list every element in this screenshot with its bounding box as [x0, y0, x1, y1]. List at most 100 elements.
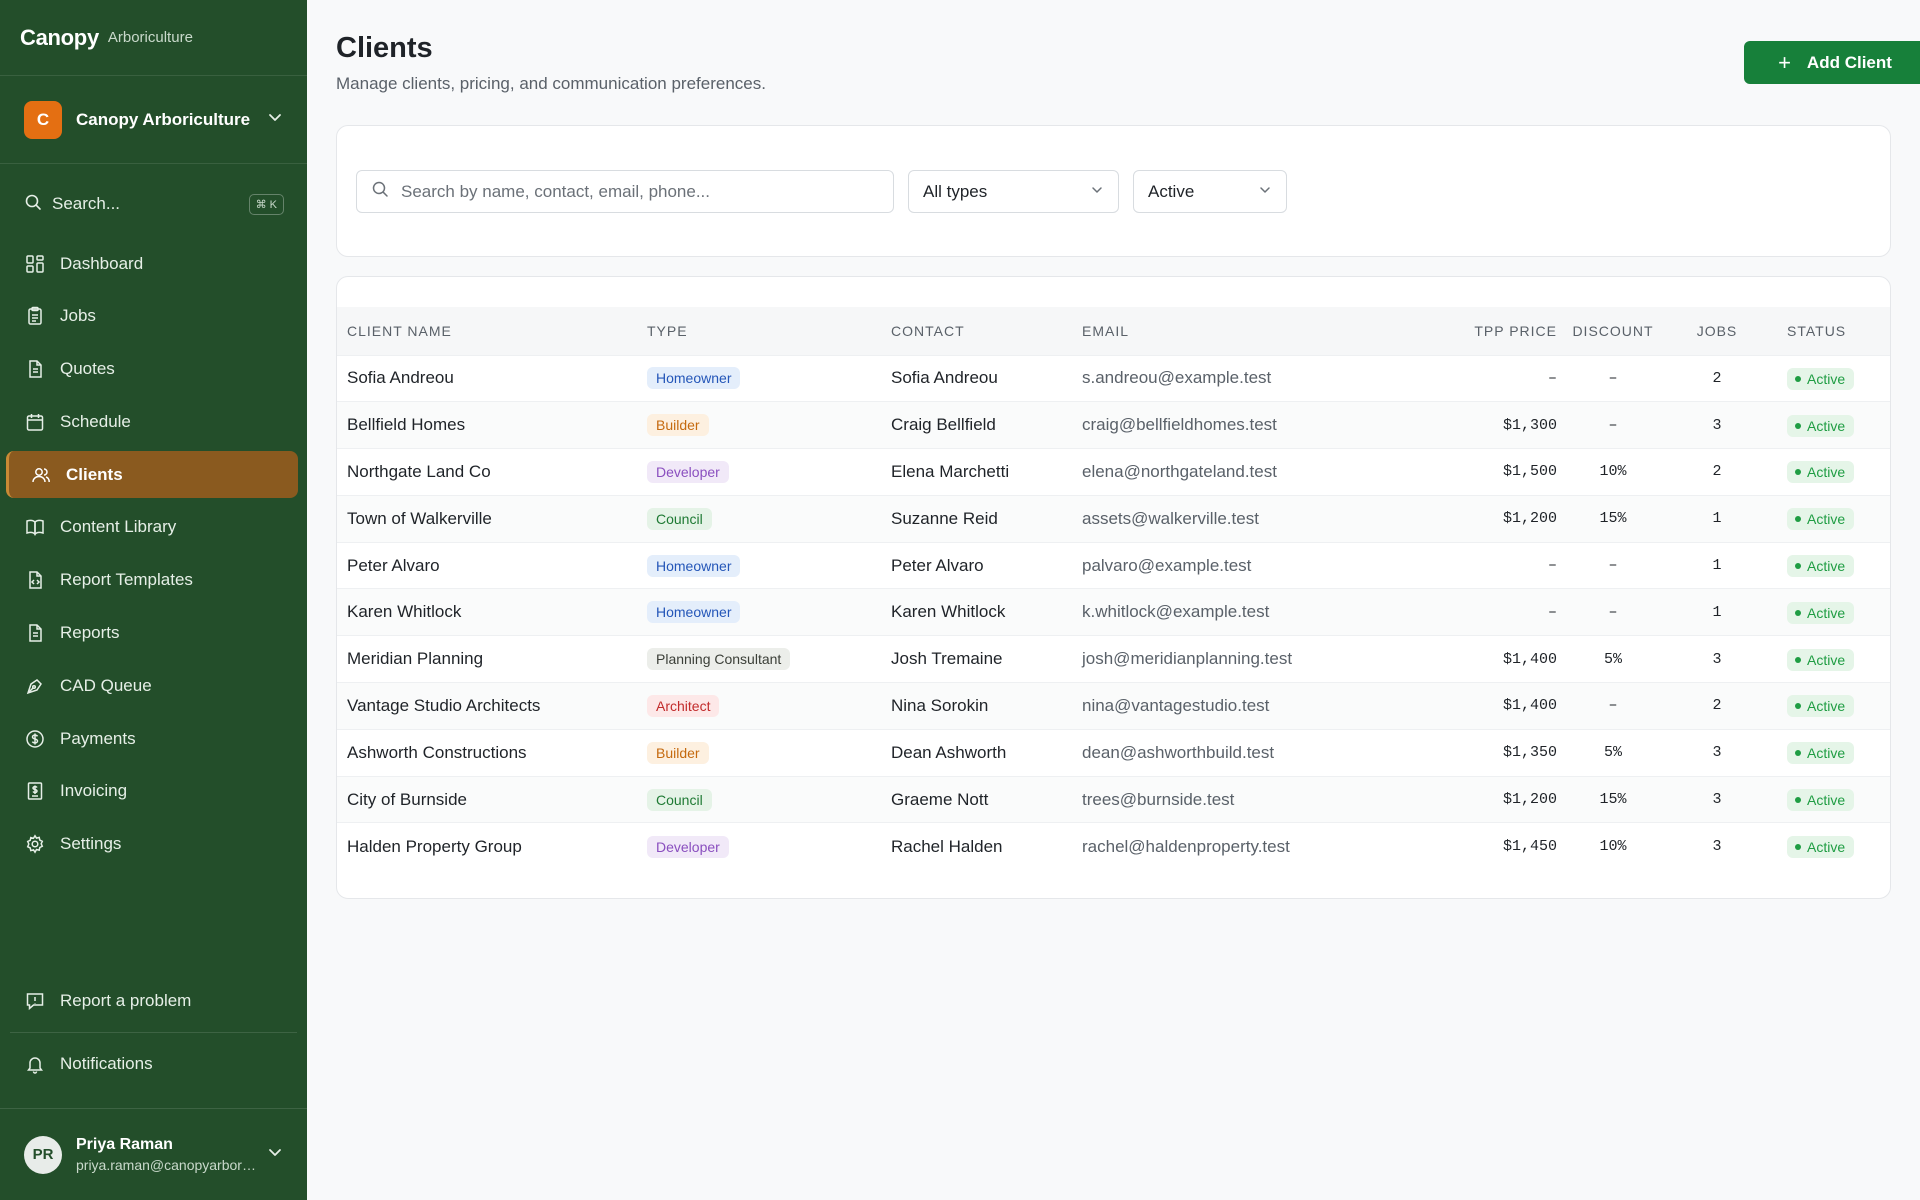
table-row[interactable]: Ashworth Constructions Builder Dean Ashw…: [337, 729, 1890, 776]
client-search[interactable]: [356, 170, 894, 213]
sidebar-item-payments[interactable]: Payments: [6, 715, 298, 762]
status-label: Active: [1807, 651, 1846, 668]
clipboard-icon: [24, 305, 46, 327]
sidebar-item-content-library[interactable]: Content Library: [6, 504, 298, 551]
report-icon: [24, 622, 46, 644]
column-header-discount[interactable]: DISCOUNT: [1557, 307, 1669, 355]
contact-cell: Graeme Nott: [891, 789, 989, 809]
status-label: Active: [1807, 511, 1846, 528]
brand[interactable]: Canopy Arboriculture: [0, 0, 307, 76]
table-row[interactable]: Town of Walkerville Council Suzanne Reid…: [337, 495, 1890, 543]
notifications-link[interactable]: Notifications: [0, 1038, 307, 1090]
type-badge: Builder: [647, 741, 709, 764]
shortcut-hint: ⌘ K: [248, 193, 284, 215]
contact-cell: Elena Marchetti: [891, 461, 1010, 481]
page-subtitle: Manage clients, pricing, and communicati…: [336, 74, 766, 93]
type-badge: Council: [647, 788, 712, 811]
clients-table: CLIENT NAME TYPE CONTACT EMAIL TPP PRICE…: [337, 307, 1890, 870]
table-row[interactable]: Meridian Planning Planning Consultant Jo…: [337, 635, 1890, 683]
sidebar-item-dashboard[interactable]: Dashboard: [6, 240, 298, 287]
user-menu[interactable]: PR Priya Raman priya.raman@canopyarboric…: [0, 1108, 307, 1200]
table-row[interactable]: Bellfield Homes Builder Craig Bellfield …: [337, 401, 1890, 449]
sidebar-item-schedule[interactable]: Schedule: [6, 398, 298, 445]
jobs-cell: 2: [1712, 369, 1722, 387]
client-name-cell: Karen Whitlock: [347, 602, 462, 622]
status-label: Active: [1807, 417, 1846, 434]
table-row[interactable]: Vantage Studio Architects Architect Nina…: [337, 682, 1890, 730]
type-badge: Homeowner: [647, 601, 741, 624]
sidebar-search[interactable]: Search... ⌘ K: [24, 186, 284, 222]
type-badge: Builder: [647, 414, 709, 437]
sidebar-item-settings[interactable]: Settings: [6, 821, 298, 868]
tpp-price-cell: $1,350: [1502, 744, 1557, 762]
status-label: Active: [1807, 604, 1846, 621]
status-label: Active: [1807, 745, 1846, 762]
document-icon: [24, 358, 46, 380]
sidebar-item-reports[interactable]: Reports: [6, 610, 298, 657]
sidebar-item-invoicing[interactable]: Invoicing: [6, 768, 298, 815]
table-row[interactable]: Northgate Land Co Developer Elena Marche…: [337, 448, 1890, 496]
table-row[interactable]: Sofia Andreou Homeowner Sofia Andreou s.…: [337, 355, 1890, 402]
email-cell: palvaro@example.test: [1082, 555, 1252, 575]
search-input[interactable]: [401, 181, 871, 202]
status-badge: Active: [1787, 836, 1855, 859]
sidebar-item-quotes[interactable]: Quotes: [6, 346, 298, 393]
org-switcher[interactable]: C Canopy Arboriculture: [0, 76, 307, 164]
status-filter-value: Active: [1148, 181, 1195, 201]
discount-cell: –: [1608, 697, 1618, 715]
status-label: Active: [1807, 558, 1846, 575]
column-header-type[interactable]: TYPE: [647, 307, 891, 355]
column-header-tpp-price[interactable]: TPP PRICE: [1382, 307, 1557, 355]
status-dot: [1795, 844, 1801, 851]
table-row[interactable]: Karen Whitlock Homeowner Karen Whitlock …: [337, 588, 1890, 636]
invoice-icon: [24, 780, 46, 802]
status-label: Active: [1807, 464, 1846, 481]
client-name-cell: Ashworth Constructions: [347, 742, 527, 762]
email-cell: rachel@haldenproperty.test: [1082, 836, 1290, 856]
column-header-email[interactable]: EMAIL: [1082, 307, 1382, 355]
chevron-down-icon: [1258, 182, 1272, 202]
tpp-price-cell: $1,400: [1502, 650, 1557, 668]
column-header-status[interactable]: STATUS: [1765, 307, 1890, 355]
discount-cell: 10%: [1599, 463, 1627, 481]
status-badge: Active: [1787, 601, 1855, 624]
jobs-cell: 3: [1712, 838, 1722, 856]
tpp-price-cell: $1,200: [1502, 791, 1557, 809]
column-header-client-name[interactable]: CLIENT NAME: [337, 307, 647, 355]
jobs-cell: 3: [1712, 416, 1722, 434]
status-filter-select[interactable]: Active: [1133, 170, 1287, 213]
contact-cell: Karen Whitlock: [891, 602, 1006, 622]
template-icon: [24, 569, 46, 591]
column-header-jobs[interactable]: JOBS: [1669, 307, 1765, 355]
email-cell: craig@bellfieldhomes.test: [1082, 415, 1277, 435]
sidebar-item-report-templates[interactable]: Report Templates: [6, 557, 298, 604]
users-icon: [30, 464, 52, 486]
discount-cell: 5%: [1603, 650, 1622, 668]
add-client-button[interactable]: + Add Client: [1744, 41, 1920, 84]
jobs-cell: 2: [1712, 697, 1722, 715]
email-cell: assets@walkerville.test: [1082, 508, 1259, 528]
email-cell: s.andreou@example.test: [1082, 368, 1272, 388]
sidebar-item-label: Report Templates: [60, 570, 193, 590]
type-badge: Homeowner: [647, 554, 741, 577]
status-badge: Active: [1787, 367, 1855, 390]
report-problem-link[interactable]: Report a problem: [0, 975, 307, 1027]
sidebar-item-jobs[interactable]: Jobs: [6, 293, 298, 340]
discount-cell: 10%: [1599, 838, 1627, 856]
main-content: Clients Manage clients, pricing, and com…: [307, 0, 1920, 1200]
type-badge: Council: [647, 507, 712, 530]
discount-cell: 5%: [1603, 744, 1622, 762]
tpp-price-cell: –: [1547, 603, 1557, 621]
table-row[interactable]: City of Burnside Council Graeme Nott tre…: [337, 776, 1890, 823]
column-header-contact[interactable]: CONTACT: [891, 307, 1082, 355]
table-row[interactable]: Halden Property Group Developer Rachel H…: [337, 822, 1890, 870]
sidebar-item-cad-queue[interactable]: CAD Queue: [6, 662, 298, 709]
type-filter-select[interactable]: All types: [908, 170, 1119, 213]
dollar-circle-icon: [24, 728, 46, 750]
brand-name: Canopy: [20, 24, 99, 50]
client-name-cell: Peter Alvaro: [347, 555, 440, 575]
status-badge: Active: [1787, 648, 1855, 671]
sidebar-item-clients[interactable]: Clients: [6, 451, 298, 499]
discount-cell: –: [1608, 416, 1618, 434]
table-row[interactable]: Peter Alvaro Homeowner Peter Alvaro palv…: [337, 542, 1890, 589]
